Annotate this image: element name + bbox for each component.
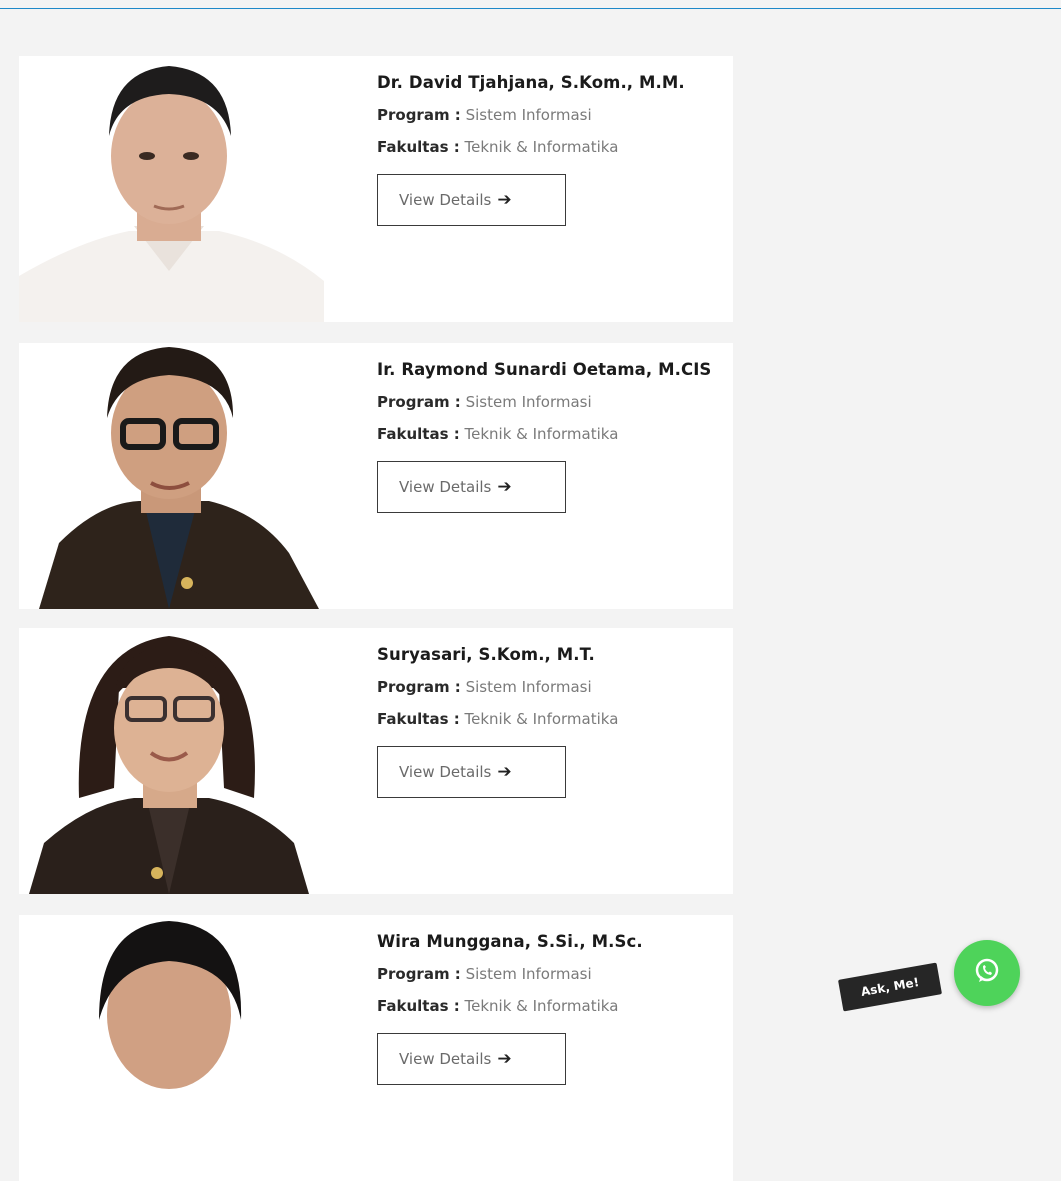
view-details-button[interactable]: View Details ➔ [377,461,566,513]
program-line: Program : Sistem Informasi [377,394,717,411]
view-details-label: View Details [399,1050,492,1068]
view-details-label: View Details [399,763,492,781]
program-line: Program : Sistem Informasi [377,966,717,983]
arrow-right-icon: ➔ [497,477,512,497]
faculty-photo [19,628,324,894]
view-details-button[interactable]: View Details ➔ [377,174,566,226]
ask-me-tooltip[interactable]: Ask, Me! [837,962,943,1012]
whatsapp-chat-button[interactable] [954,940,1020,1006]
fakultas-line: Fakultas : Teknik & Informatika [377,139,717,156]
fakultas-label: Fakultas : [377,138,460,156]
arrow-right-icon: ➔ [497,190,512,210]
program-line: Program : Sistem Informasi [377,679,717,696]
fakultas-value: Teknik & Informatika [464,425,619,443]
view-details-label: View Details [399,478,492,496]
faculty-photo [19,56,324,322]
fakultas-line: Fakultas : Teknik & Informatika [377,711,717,728]
program-label: Program : [377,106,461,124]
header-divider [0,8,1061,9]
view-details-label: View Details [399,191,492,209]
faculty-name: Wira Munggana, S.Si., M.Sc. [377,932,643,951]
fakultas-label: Fakultas : [377,710,460,728]
view-details-button[interactable]: View Details ➔ [377,1033,566,1085]
fakultas-value: Teknik & Informatika [464,997,619,1015]
program-value: Sistem Informasi [465,678,592,696]
arrow-right-icon: ➔ [497,762,512,782]
faculty-name: Ir. Raymond Sunardi Oetama, M.CIS [377,360,712,379]
program-value: Sistem Informasi [465,106,592,124]
faculty-card: Dr. David Tjahjana, S.Kom., M.M. Program… [19,56,733,322]
program-line: Program : Sistem Informasi [377,107,717,124]
faculty-card: Wira Munggana, S.Si., M.Sc. Program : Si… [19,915,733,1181]
program-label: Program : [377,393,461,411]
faculty-card: Ir. Raymond Sunardi Oetama, M.CIS Progra… [19,343,733,609]
whatsapp-icon [972,956,1002,990]
fakultas-label: Fakultas : [377,425,460,443]
faculty-name: Suryasari, S.Kom., M.T. [377,645,595,664]
fakultas-value: Teknik & Informatika [464,710,619,728]
fakultas-line: Fakultas : Teknik & Informatika [377,998,717,1015]
arrow-right-icon: ➔ [497,1049,512,1069]
view-details-button[interactable]: View Details ➔ [377,746,566,798]
program-value: Sistem Informasi [465,393,592,411]
program-label: Program : [377,965,461,983]
faculty-name: Dr. David Tjahjana, S.Kom., M.M. [377,73,685,92]
faculty-photo [19,915,324,1181]
faculty-card: Suryasari, S.Kom., M.T. Program : Sistem… [19,628,733,894]
faculty-photo [19,343,324,609]
program-value: Sistem Informasi [465,965,592,983]
fakultas-label: Fakultas : [377,997,460,1015]
fakultas-value: Teknik & Informatika [464,138,619,156]
program-label: Program : [377,678,461,696]
fakultas-line: Fakultas : Teknik & Informatika [377,426,717,443]
